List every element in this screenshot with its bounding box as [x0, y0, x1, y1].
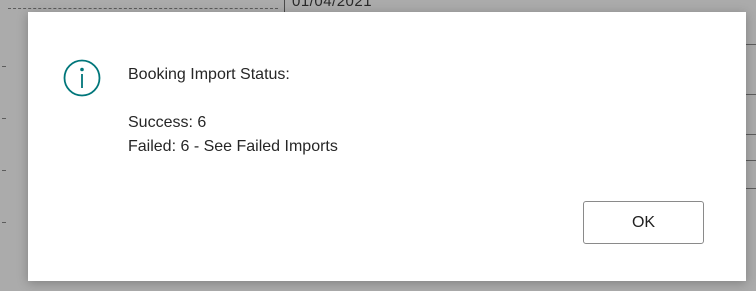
dialog-title: Booking Import Status: — [128, 66, 290, 83]
success-count-text: Success: 6 — [128, 114, 207, 131]
ok-button[interactable]: OK — [583, 201, 704, 244]
dialog-message: Booking Import Status: Success: 6 Failed… — [128, 63, 338, 159]
info-icon — [62, 58, 102, 98]
failed-count-text: Failed: 6 - See Failed Imports — [128, 138, 338, 155]
import-status-dialog: Booking Import Status: Success: 6 Failed… — [28, 12, 746, 281]
